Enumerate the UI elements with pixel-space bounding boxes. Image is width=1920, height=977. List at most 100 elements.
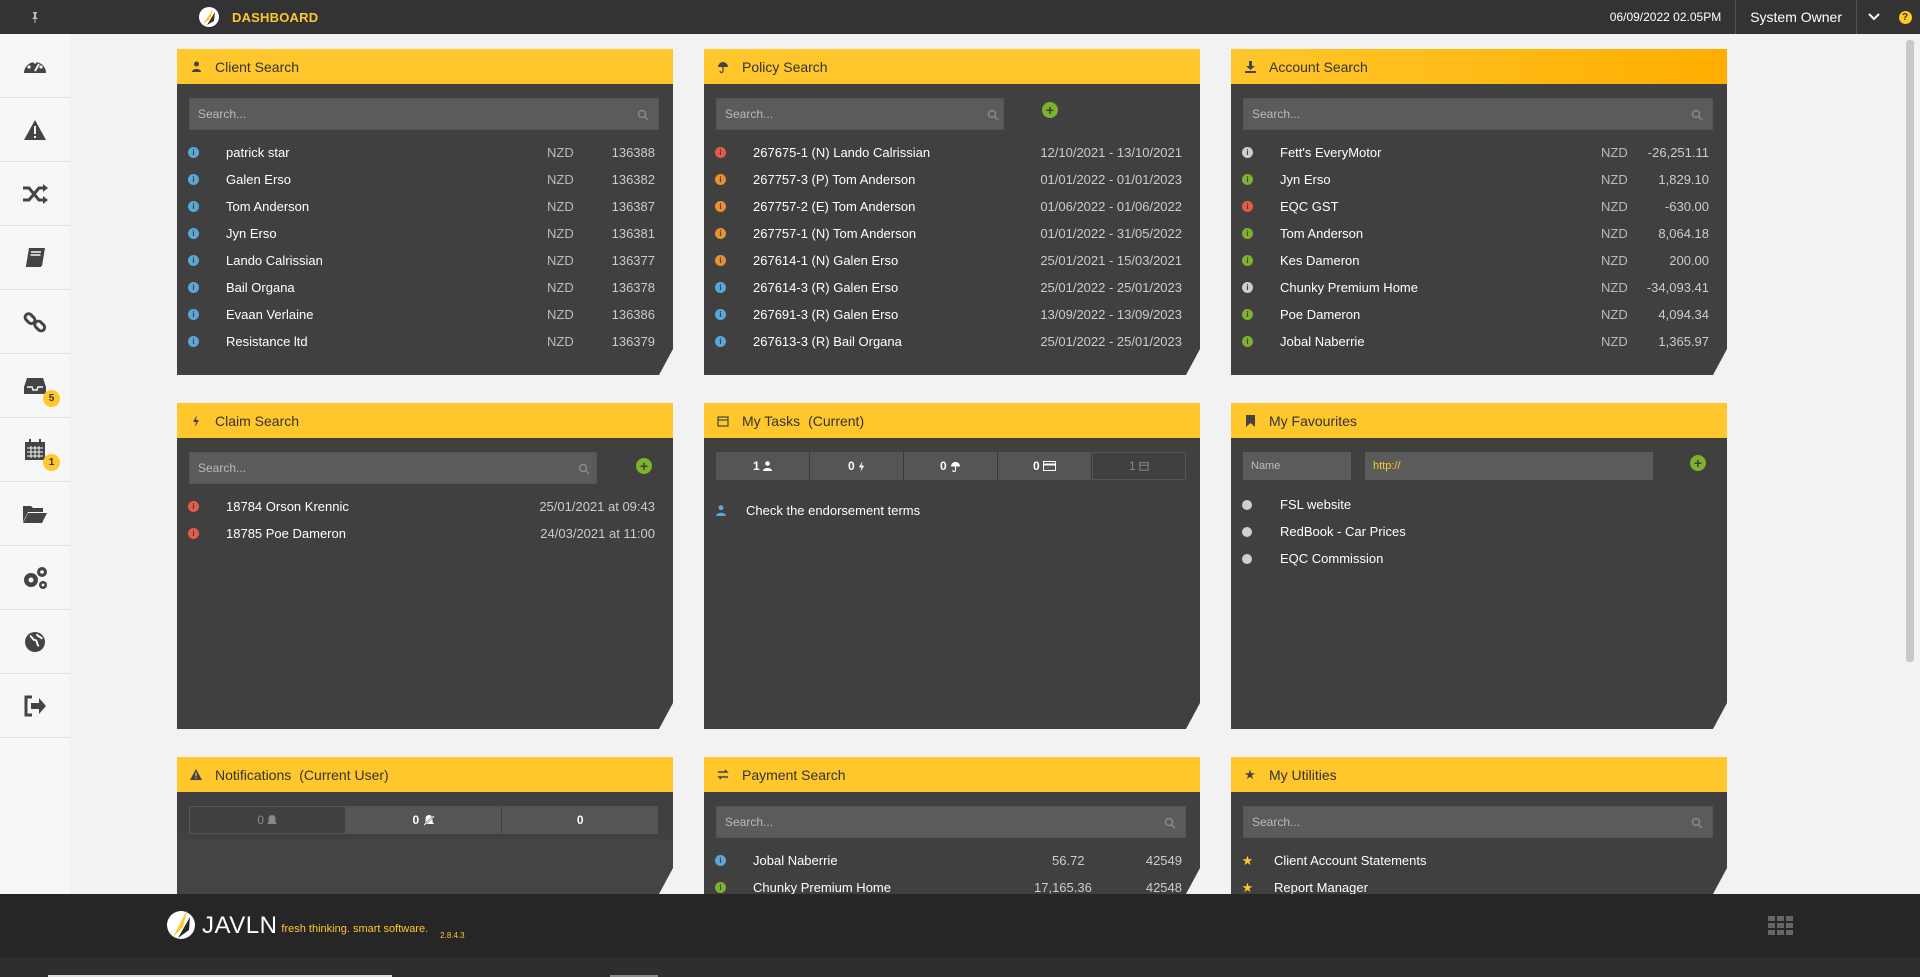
my-utilities-widget: ★ My Utilities Search... ★ Client Account…	[1231, 757, 1727, 895]
search-icon[interactable]	[987, 109, 999, 121]
payment-search-input[interactable]: Search...	[716, 806, 1186, 838]
sidebar-item-globe[interactable]	[0, 610, 70, 674]
policy-search-input[interactable]: Search...	[716, 98, 1004, 130]
task-filter-clients[interactable]: 1	[716, 452, 810, 480]
sidebar-item-settings[interactable]	[0, 546, 70, 610]
favourites-list: FSL website RedBook - Car Prices EQC Com…	[1231, 491, 1727, 572]
list-item[interactable]: i EQC GST NZD -630.00	[1231, 193, 1727, 220]
list-item[interactable]: RedBook - Car Prices	[1231, 518, 1727, 545]
sidebar-item-inbox[interactable]: 5	[0, 354, 70, 418]
list-item[interactable]: i Fett's EveryMotor NZD -26,251.11	[1231, 139, 1727, 166]
list-item[interactable]: i Jobal Naberrie 56.72 42549	[704, 847, 1200, 874]
globe-icon	[1242, 499, 1252, 510]
notifications-widget: Notifications (Current User) 0 0 0	[177, 757, 673, 894]
list-item[interactable]: i Tom Anderson NZD 8,064.18	[1231, 220, 1727, 247]
list-item[interactable]: i Resistance ltd NZD 136379	[177, 328, 673, 355]
list-item[interactable]: i Galen Erso NZD 136382	[177, 166, 673, 193]
umbrella-icon	[950, 461, 961, 472]
widget-subtitle: (Current User)	[299, 766, 389, 783]
utilities-search-input[interactable]: Search...	[1243, 806, 1713, 838]
search-icon[interactable]	[1691, 109, 1703, 121]
favourite-name-input[interactable]: Name	[1243, 452, 1351, 480]
client-search-header: Client Search	[177, 49, 673, 84]
list-item[interactable]: i Jyn Erso NZD 1,829.10	[1231, 166, 1727, 193]
widget-title: Notifications	[215, 766, 292, 783]
info-icon: i	[188, 501, 199, 512]
info-icon: i	[188, 174, 199, 185]
inbox-count-badge: 5	[43, 390, 60, 407]
account-search-input[interactable]: Search...	[1243, 98, 1713, 130]
sidebar-item-alerts[interactable]	[0, 98, 70, 162]
claim-search-input[interactable]: Search...	[189, 452, 597, 484]
info-icon: i	[188, 201, 199, 212]
task-list: Check the endorsement terms	[704, 497, 1200, 524]
javln-logo-icon	[199, 7, 219, 27]
my-utilities-header: ★ My Utilities	[1231, 757, 1727, 792]
task-filter-claims[interactable]: 0	[810, 452, 904, 480]
task-filter-payments[interactable]: 0	[998, 452, 1092, 480]
list-item[interactable]: i Tom Anderson NZD 136387	[177, 193, 673, 220]
info-icon: i	[1242, 255, 1253, 266]
notification-filter-muted[interactable]: 0	[345, 806, 503, 834]
list-item[interactable]: i 18785 Poe Dameron 24/03/2021 at 11:00	[177, 520, 673, 547]
add-favourite-button[interactable]: +	[1690, 455, 1706, 471]
list-item[interactable]: i 267614-3 (R) Galen Erso 25/01/2022 - 25/…	[704, 274, 1200, 301]
widget-title: Account Search	[1269, 58, 1368, 75]
sidebar-item-links[interactable]	[0, 290, 70, 354]
list-item[interactable]: i Jyn Erso NZD 136381	[177, 220, 673, 247]
list-item[interactable]: i Poe Dameron NZD 4,094.34	[1231, 301, 1727, 328]
client-list: i patrick star NZD 136388 i Galen Erso NZD 136…	[177, 139, 673, 355]
sidebar-item-dashboard[interactable]	[0, 34, 70, 98]
list-item[interactable]: i Evaan Verlaine NZD 136386	[177, 301, 673, 328]
list-item[interactable]: i Chunky Premium Home NZD -34,093.41	[1231, 274, 1727, 301]
search-icon[interactable]	[1164, 817, 1176, 829]
pin-icon[interactable]	[0, 11, 70, 23]
claim-search-widget: Claim Search Search... + i 18784 Orson Kr…	[177, 403, 673, 729]
list-item[interactable]: i Lando Calrissian NZD 136377	[177, 247, 673, 274]
add-policy-button[interactable]: +	[1042, 102, 1058, 118]
list-item[interactable]: i 267691-3 (R) Galen Erso 13/09/2022 - 13/…	[704, 301, 1200, 328]
list-item[interactable]: i 267757-3 (P) Tom Anderson 01/01/2022 - 0…	[704, 166, 1200, 193]
sidebar-item-book[interactable]	[0, 226, 70, 290]
task-filter-calendar[interactable]: 1	[1092, 452, 1186, 480]
account-search-widget: Account Search Search... i Fett's EveryMo…	[1231, 49, 1727, 375]
list-item[interactable]: i Jobal Naberrie NZD 1,365.97	[1231, 328, 1727, 355]
client-search-input[interactable]: Search...	[189, 98, 659, 130]
search-icon[interactable]	[578, 463, 590, 475]
info-icon: i	[1242, 282, 1253, 293]
list-item[interactable]: ★ Client Account Statements	[1231, 847, 1727, 874]
sidebar-item-shuffle[interactable]	[0, 162, 70, 226]
sidebar-item-folder[interactable]	[0, 482, 70, 546]
list-item[interactable]: i 267675-1 (N) Lando Calrissian 12/10/2021…	[704, 139, 1200, 166]
chevron-down-icon[interactable]	[1856, 0, 1890, 34]
widget-title: Client Search	[215, 58, 300, 75]
sidebar-item-logout[interactable]	[0, 674, 70, 738]
user-menu[interactable]: System Owner	[1735, 0, 1856, 34]
search-icon[interactable]	[637, 109, 649, 121]
add-claim-button[interactable]: +	[636, 458, 652, 474]
notification-filter-all[interactable]: 0	[502, 806, 660, 834]
task-filter-policies[interactable]: 0	[904, 452, 998, 480]
list-item[interactable]: i Bail Organa NZD 136378	[177, 274, 673, 301]
vertical-scrollbar[interactable]	[1906, 40, 1914, 662]
list-item[interactable]: i Kes Dameron NZD 200.00	[1231, 247, 1727, 274]
list-item[interactable]: FSL website	[1231, 491, 1727, 518]
list-item[interactable]: i patrick star NZD 136388	[177, 139, 673, 166]
apps-grid-icon[interactable]	[1768, 916, 1794, 941]
sidebar-item-calendar[interactable]: 1	[0, 418, 70, 482]
help-button[interactable]: ?	[1890, 10, 1920, 24]
list-item[interactable]: i 267613-3 (R) Bail Organa 25/01/2022 - 25…	[704, 328, 1200, 355]
list-item[interactable]: i 267614-1 (N) Galen Erso 25/01/2021 - 15/…	[704, 247, 1200, 274]
list-item[interactable]: i 267757-2 (E) Tom Anderson 01/06/2022 - 0…	[704, 193, 1200, 220]
list-item[interactable]: EQC Commission	[1231, 545, 1727, 572]
info-icon: i	[1242, 228, 1253, 239]
list-item[interactable]: i 18784 Orson Krennic 25/01/2021 at 09:43	[177, 493, 673, 520]
link-icon	[23, 311, 47, 332]
favourite-url-input[interactable]: http://	[1365, 452, 1653, 480]
search-icon[interactable]	[1691, 817, 1703, 829]
list-item[interactable]: i 267757-1 (N) Tom Anderson 01/01/2022 - 3…	[704, 220, 1200, 247]
notification-filter-bell[interactable]: 0	[189, 806, 346, 834]
star-icon: ★	[1241, 879, 1254, 895]
policy-search-header: Policy Search	[704, 49, 1200, 84]
list-item[interactable]: Check the endorsement terms	[704, 497, 1200, 524]
